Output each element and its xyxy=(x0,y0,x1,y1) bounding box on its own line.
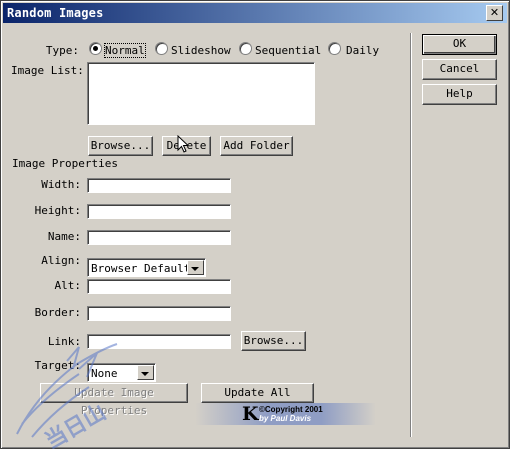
radio-sequential-label[interactable]: Sequential xyxy=(255,44,321,57)
align-label: Align: xyxy=(41,254,81,267)
type-label: Type: xyxy=(45,44,79,57)
title-bar: Random Images ✕ xyxy=(3,3,507,23)
align-value: Browser Default xyxy=(91,262,191,275)
radio-slideshow[interactable] xyxy=(155,42,168,55)
border-label: Border: xyxy=(34,306,81,319)
copyright-logo: K ©Copyright 2001 by Paul Davis xyxy=(195,403,376,425)
chevron-down-icon[interactable] xyxy=(137,365,154,380)
chevron-down-icon[interactable] xyxy=(187,260,204,275)
radio-daily[interactable] xyxy=(328,42,341,55)
random-images-dialog: Random Images ✕ Type: Normal Slideshow S… xyxy=(0,0,510,449)
window-title: Random Images xyxy=(7,6,104,20)
ok-button[interactable]: OK xyxy=(422,34,497,55)
width-label: Width: xyxy=(41,178,81,191)
logo-author: by Paul Davis xyxy=(259,414,312,423)
radio-slideshow-label[interactable]: Slideshow xyxy=(171,44,231,57)
site-watermark: 当日山 xyxy=(16,343,118,449)
image-list-label: Image List: xyxy=(11,64,84,77)
arrow-cursor-icon xyxy=(177,135,189,153)
radio-normal[interactable] xyxy=(89,42,102,55)
image-properties-heading: Image Properties xyxy=(12,157,118,170)
height-field[interactable] xyxy=(87,204,231,219)
radio-daily-label[interactable]: Daily xyxy=(346,44,379,57)
browse-button[interactable]: Browse... xyxy=(88,136,153,156)
close-icon[interactable]: ✕ xyxy=(486,5,503,21)
height-label: Height: xyxy=(34,204,81,217)
update-all-images-button[interactable]: Update All Images xyxy=(201,383,314,417)
link-browse-button[interactable]: Browse... xyxy=(241,331,306,351)
watermark-text: 当日山 xyxy=(41,400,111,449)
logo-letter: K xyxy=(242,403,259,425)
image-list-box[interactable] xyxy=(87,62,315,125)
add-folder-button[interactable]: Add Folder xyxy=(220,136,293,156)
help-button[interactable]: Help xyxy=(422,84,497,105)
alt-field[interactable] xyxy=(87,279,231,294)
cancel-button[interactable]: Cancel xyxy=(422,59,497,80)
alt-label: Alt: xyxy=(54,279,82,292)
vertical-separator xyxy=(410,33,412,437)
name-field[interactable] xyxy=(87,230,231,245)
name-label: Name: xyxy=(47,230,81,243)
width-field[interactable] xyxy=(87,178,231,193)
border-field[interactable] xyxy=(87,306,231,321)
radio-sequential[interactable] xyxy=(239,42,252,55)
logo-copyright: ©Copyright 2001 xyxy=(259,405,323,414)
align-dropdown[interactable]: Browser Default xyxy=(87,258,206,277)
radio-normal-label[interactable]: Normal xyxy=(104,43,146,58)
